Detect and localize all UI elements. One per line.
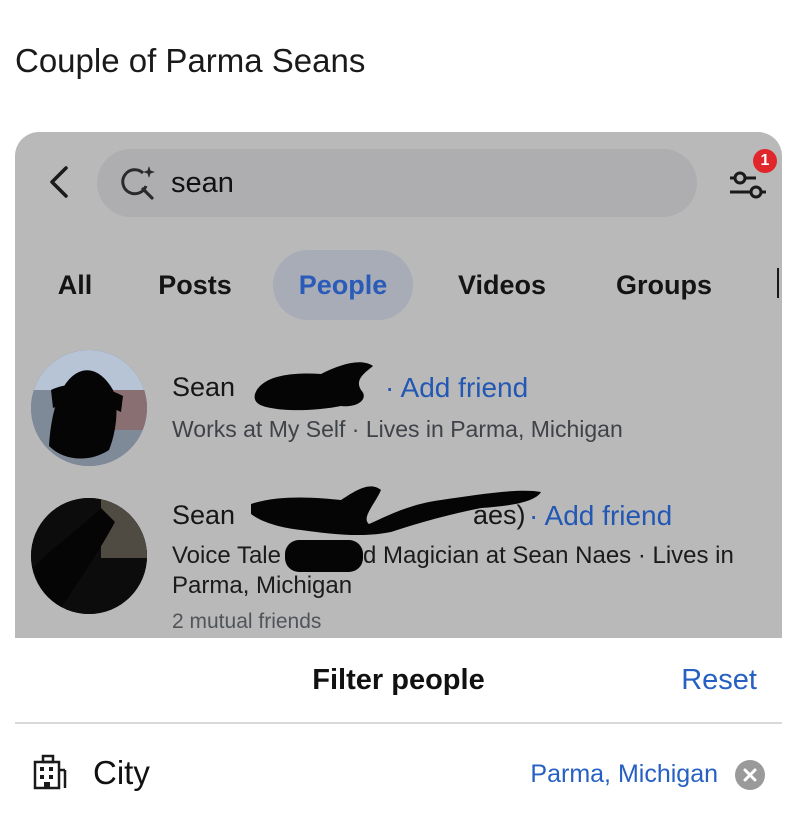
search-tabs: All Posts People Videos Groups — [15, 250, 782, 320]
mutual-friends-count: 2 mutual friends — [172, 610, 322, 633]
tab-people[interactable]: People — [273, 250, 413, 320]
clear-city-button[interactable] — [735, 760, 765, 790]
person-first-name: Sean — [172, 500, 236, 530]
embedded-search-screenshot: sean 1 All Posts People Videos Groups Se… — [15, 132, 782, 638]
redacted-avatar-photo — [31, 498, 147, 614]
back-arrow-icon[interactable] — [40, 162, 80, 202]
person-details-line-2: Parma, Michigan — [172, 572, 353, 599]
city-filter-row[interactable]: City Parma, Michigan — [15, 740, 782, 810]
search-query-text: sean — [171, 166, 234, 199]
person-details: Works at My Self · Lives in Parma, Michi… — [172, 416, 623, 442]
person-result-2[interactable]: Sean aes) · Add friend Voice Tale d Magi… — [15, 484, 782, 638]
person-details-start: Voice Tale — [172, 542, 281, 569]
person-name-visible-tail: aes) — [473, 500, 526, 530]
post-caption: Couple of Parma Seans — [15, 42, 366, 79]
city-value[interactable]: Parma, Michigan — [530, 760, 718, 789]
person-details-line-1: Voice Tale — [172, 542, 281, 570]
city-label: City — [93, 754, 150, 791]
person-result-1[interactable]: Sean · Add friend Works at My Self · Liv… — [15, 348, 782, 468]
divider — [15, 722, 782, 724]
person-details-rest: d Magician at Sean Naes · Lives in — [363, 542, 734, 569]
tab-posts[interactable]: Posts — [153, 250, 237, 320]
redacted-avatar-photo — [31, 350, 147, 466]
close-icon — [743, 768, 757, 782]
add-friend-button[interactable]: · Add friend — [529, 500, 672, 532]
redaction-mark — [254, 362, 373, 411]
filter-count-badge: 1 — [753, 149, 777, 173]
person-first-name: Sean — [172, 372, 236, 402]
filter-sheet-title: Filter people — [312, 664, 485, 696]
tab-all[interactable]: All — [53, 250, 97, 320]
tab-videos[interactable]: Videos — [451, 250, 553, 320]
avatar[interactable] — [31, 498, 147, 614]
person-name-line: Sean — [172, 372, 235, 403]
search-sparkle-icon — [121, 166, 155, 200]
tab-scroll-divider — [777, 268, 779, 298]
person-name-line: Sean — [172, 500, 235, 531]
filter-sheet-header: Filter people Reset — [15, 650, 782, 720]
city-building-icon — [33, 754, 67, 790]
avatar[interactable] — [31, 350, 147, 466]
tab-groups[interactable]: Groups — [609, 250, 719, 320]
add-friend-button[interactable]: · Add friend — [385, 372, 528, 404]
search-input[interactable]: sean — [97, 149, 697, 217]
reset-button[interactable]: Reset — [681, 664, 757, 697]
redaction-mark — [285, 540, 363, 572]
